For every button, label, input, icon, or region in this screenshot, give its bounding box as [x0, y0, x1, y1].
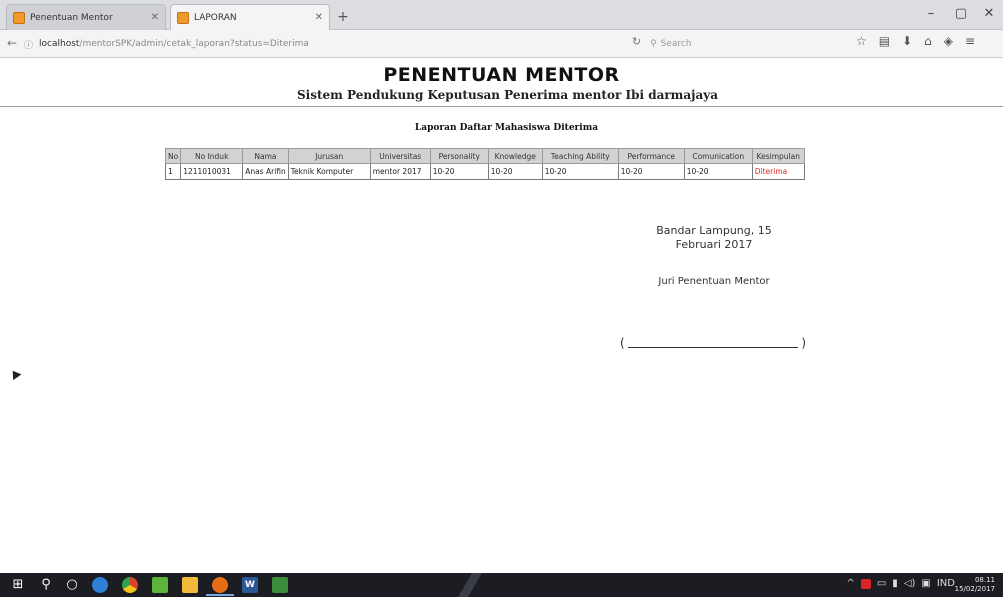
windows-taskbar: ⊞ ⚲ ○ W ^ ▭ ▮ ◁) ▣ IND 08.11 15/02/2017 — [0, 573, 1003, 597]
app-icon[interactable] — [272, 577, 288, 593]
windows-start-icon[interactable]: ⊞ — [10, 577, 26, 593]
search-placeholder: Search — [660, 39, 692, 49]
report-table: No No Induk Nama Jurusan Universitas Per… — [164, 148, 805, 180]
clock-date: 15/02/2017 — [954, 585, 995, 593]
signature-underline — [628, 347, 798, 348]
notification-icon[interactable]: ▣ — [921, 578, 930, 589]
col-header-no-induk: No Induk — [180, 148, 244, 164]
info-icon[interactable]: ⓘ — [24, 38, 33, 51]
cell-kesimpulan: Diterima — [751, 163, 805, 180]
signature-open-paren: ( — [620, 336, 625, 350]
reload-icon[interactable]: ↻ — [632, 35, 641, 48]
reader-icon[interactable]: ▤ — [879, 34, 890, 48]
language-indicator[interactable]: IND — [937, 578, 955, 589]
tab-title: LAPORAN — [194, 12, 237, 23]
mouse-cursor-icon — [8, 367, 22, 381]
new-tab-icon[interactable]: + — [334, 8, 352, 26]
header-divider — [0, 106, 1003, 107]
cell-jurusan: Teknik Komputer — [287, 163, 371, 180]
clock-time: 08.11 — [974, 576, 995, 584]
browser-tab-strip: Penentuan Mentor ✕ LAPORAN ✕ + – ▢ ✕ — [0, 0, 1003, 30]
tab-penentuan-mentor[interactable]: Penentuan Mentor ✕ — [6, 4, 166, 30]
battery-icon[interactable]: ▭ — [877, 578, 886, 589]
signature-place-date-line2: Februari 2017 — [675, 238, 753, 251]
tab-title: Penentuan Mentor — [30, 12, 113, 23]
page-favicon-icon — [177, 11, 189, 24]
page-favicon-icon — [13, 11, 25, 24]
maximize-icon[interactable]: ▢ — [950, 6, 972, 21]
col-header-comunication: Comunication — [683, 148, 753, 164]
edge-browser-icon[interactable] — [92, 577, 108, 593]
url-field[interactable]: ⓘ localhost /mentorSPK/admin/cetak_lapor… — [20, 35, 625, 53]
col-header-teaching-ability: Teaching Ability — [541, 148, 619, 164]
tab-laporan[interactable]: LAPORAN ✕ — [170, 4, 330, 30]
taskbar-decoration — [452, 573, 488, 597]
download-icon[interactable]: ⬇ — [902, 34, 912, 48]
file-explorer-icon[interactable] — [182, 577, 198, 593]
word-icon[interactable]: W — [242, 577, 258, 593]
col-header-kesimpulan: Kesimpulan — [751, 148, 805, 164]
antivirus-icon[interactable] — [860, 578, 871, 589]
col-header-personality: Personality — [429, 148, 489, 164]
col-header-knowledge: Knowledge — [487, 148, 543, 164]
chrome-browser-icon[interactable] — [122, 577, 138, 593]
table-row: 1 1211010031 Anas Arifin Teknik Komputer… — [164, 163, 805, 180]
cell-universitas: mentor 2017 — [369, 163, 431, 180]
signature-place-date: Bandar Lampung, 15 Februari 2017 — [624, 224, 804, 252]
back-icon[interactable]: ← — [4, 36, 20, 50]
col-header-jurusan: Jurusan — [287, 148, 371, 164]
task-view-icon[interactable]: ○ — [64, 577, 80, 593]
app-icon[interactable] — [152, 577, 168, 593]
close-window-icon[interactable]: ✕ — [978, 6, 1000, 21]
cell-comunication: 10-20 — [683, 163, 753, 180]
close-tab-icon[interactable]: ✕ — [151, 12, 159, 23]
taskbar-clock[interactable]: 08.11 15/02/2017 — [955, 576, 995, 594]
cell-performance: 10-20 — [617, 163, 685, 180]
cell-nama: Anas Arifin — [242, 163, 289, 180]
cell-no-induk: 1211010031 — [180, 163, 244, 180]
signature-line: ( ) — [620, 336, 810, 352]
url-host: localhost — [39, 39, 80, 49]
signature-place-date-line1: Bandar Lampung, 15 — [656, 224, 772, 237]
active-app-indicator — [206, 594, 234, 596]
cell-no: 1 — [164, 163, 182, 180]
search-input[interactable]: ⚲ Search — [650, 35, 840, 53]
navigation-bar: ← ⓘ localhost /mentorSPK/admin/cetak_lap… — [0, 30, 1003, 58]
page-subtitle: Sistem Pendukung Keputusan Penerima ment… — [296, 88, 719, 102]
url-path: /mentorSPK/admin/cetak_laporan?status=Di… — [79, 39, 309, 49]
chevron-up-icon[interactable]: ^ — [846, 578, 854, 589]
signature-close-paren: ) — [801, 336, 806, 350]
search-icon[interactable]: ⚲ — [38, 577, 54, 593]
cell-personality: 10-20 — [429, 163, 489, 180]
star-icon[interactable]: ☆ — [856, 34, 867, 48]
col-header-performance: Performance — [617, 148, 685, 164]
col-header-no: No — [164, 148, 182, 164]
pocket-icon[interactable]: ◈ — [944, 34, 953, 48]
cell-teaching-ability: 10-20 — [541, 163, 619, 180]
firefox-browser-icon[interactable] — [212, 577, 228, 593]
home-icon[interactable]: ⌂ — [924, 34, 932, 48]
col-header-nama: Nama — [242, 148, 289, 164]
network-icon[interactable]: ▮ — [892, 578, 898, 589]
report-heading: Laporan Daftar Mahasiswa Diterima — [414, 123, 599, 133]
minimize-icon[interactable]: – — [920, 6, 942, 21]
col-header-universitas: Universitas — [369, 148, 431, 164]
close-tab-icon[interactable]: ✕ — [315, 12, 323, 23]
cell-knowledge: 10-20 — [487, 163, 543, 180]
page-title: PENENTUAN MENTOR — [383, 64, 620, 86]
system-tray: ^ ▭ ▮ ◁) ▣ IND — [846, 578, 955, 589]
table-header-row: No No Induk Nama Jurusan Universitas Per… — [164, 148, 805, 164]
volume-icon[interactable]: ◁) — [904, 578, 916, 589]
menu-icon[interactable]: ≡ — [965, 34, 975, 48]
signature-role: Juri Penentuan Mentor — [658, 276, 770, 287]
search-icon: ⚲ — [650, 39, 657, 49]
